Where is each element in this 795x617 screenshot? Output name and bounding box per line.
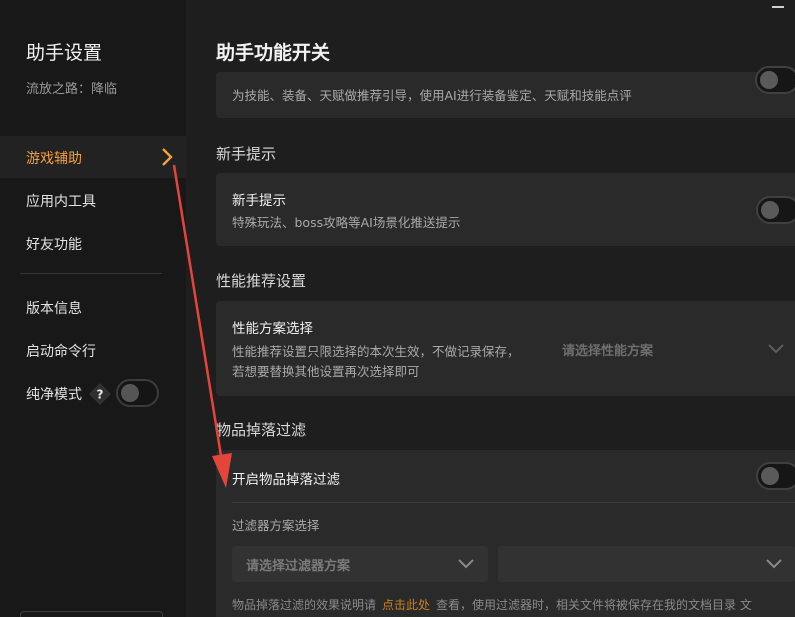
sidebar-bottom-panel xyxy=(20,611,163,617)
sidebar-subtitle: 流放之路：降临 xyxy=(26,82,118,97)
performance-select-placeholder: 请选择性能方案 xyxy=(562,344,654,359)
section-title-performance: 性能推荐设置 xyxy=(216,272,307,290)
sidebar-item-label: 版本信息 xyxy=(26,301,82,317)
sidebar-title: 助手设置 xyxy=(26,42,103,64)
sidebar-item-label: 纯净模式 xyxy=(26,387,82,403)
chevron-right-icon xyxy=(162,148,173,166)
performance-desc-line2: 若想要替换其他设置再次选择即可 xyxy=(232,364,420,379)
filter-scheme-select[interactable]: 请选择过滤器方案 xyxy=(232,546,488,582)
sidebar-item-launch-cmd[interactable]: 启动命令行 xyxy=(0,329,186,371)
newbie-tips-desc: 特殊玩法、boss攻略等AI场景化推送提示 xyxy=(232,215,461,230)
sidebar-item-label: 好友功能 xyxy=(26,237,82,253)
sidebar: 助手设置 流放之路：降临 游戏辅助 应用内工具 好友功能 版本信息 启动命令行 … xyxy=(0,0,186,617)
filter-scheme-placeholder: 请选择过滤器方案 xyxy=(246,559,351,574)
filter-note-post: 查看，使用过滤器时，相关文件将被保存在我的文档目录 文 xyxy=(436,598,752,612)
performance-title: 性能方案选择 xyxy=(232,321,313,337)
sidebar-item-version[interactable]: 版本信息 xyxy=(0,286,186,328)
newbie-tips-toggle[interactable] xyxy=(756,196,795,224)
section-title-drop-filter: 物品掉落过滤 xyxy=(216,421,307,439)
sidebar-item-friends[interactable]: 好友功能 xyxy=(0,222,186,264)
chevron-down-icon xyxy=(458,559,474,569)
drop-filter-toggle[interactable] xyxy=(756,462,795,490)
chevron-down-icon xyxy=(768,344,784,354)
sidebar-item-label: 应用内工具 xyxy=(26,194,96,210)
sidebar-item-label: 游戏辅助 xyxy=(26,151,82,167)
page-title: 助手功能开关 xyxy=(216,42,331,64)
sidebar-item-in-app-tools[interactable]: 应用内工具 xyxy=(0,179,186,221)
sidebar-divider xyxy=(20,273,162,274)
help-glyph: ? xyxy=(97,388,104,402)
filter-secondary-select[interactable] xyxy=(498,546,795,582)
main-panel: 助手功能开关 为技能、装备、天赋做推荐引导，使用AI进行装备鉴定、天赋和技能点评… xyxy=(186,0,795,617)
ai-assist-card: 为技能、装备、天赋做推荐引导，使用AI进行装备鉴定、天赋和技能点评 xyxy=(216,66,795,118)
ai-assist-desc: 为技能、装备、天赋做推荐引导，使用AI进行装备鉴定、天赋和技能点评 xyxy=(232,88,632,103)
newbie-tips-card: 新手提示 特殊玩法、boss攻略等AI场景化推送提示 xyxy=(216,173,795,246)
newbie-tips-title: 新手提示 xyxy=(232,193,286,209)
sidebar-item-game-assist[interactable]: 游戏辅助 xyxy=(0,136,186,178)
pure-mode-toggle[interactable] xyxy=(116,379,159,407)
minimize-icon[interactable] xyxy=(772,6,784,8)
performance-desc-line1: 性能推荐设置只限选择的本次生效，不做记录保存， xyxy=(232,344,520,359)
filter-scheme-label: 过滤器方案选择 xyxy=(232,518,320,533)
performance-card: 性能方案选择 性能推荐设置只限选择的本次生效，不做记录保存， 若想要替换其他设置… xyxy=(216,301,795,396)
performance-select[interactable]: 请选择性能方案 xyxy=(546,331,795,367)
chevron-down-icon xyxy=(766,559,782,569)
filter-note-pre: 物品掉落过滤的效果说明请 xyxy=(232,598,377,612)
section-title-newbie: 新手提示 xyxy=(216,145,277,163)
filter-note-link[interactable]: 点击此处 xyxy=(382,598,430,612)
drop-filter-toggle-label: 开启物品掉落过滤 xyxy=(232,472,340,488)
help-icon[interactable]: ? xyxy=(89,383,111,405)
drop-filter-divider xyxy=(232,502,795,503)
filter-note: 物品掉落过滤的效果说明请 点击此处 查看，使用过滤器时，相关文件将被保存在我的文档目… xyxy=(232,596,752,613)
sidebar-item-label: 启动命令行 xyxy=(26,344,96,360)
ai-assist-toggle[interactable] xyxy=(755,66,795,94)
